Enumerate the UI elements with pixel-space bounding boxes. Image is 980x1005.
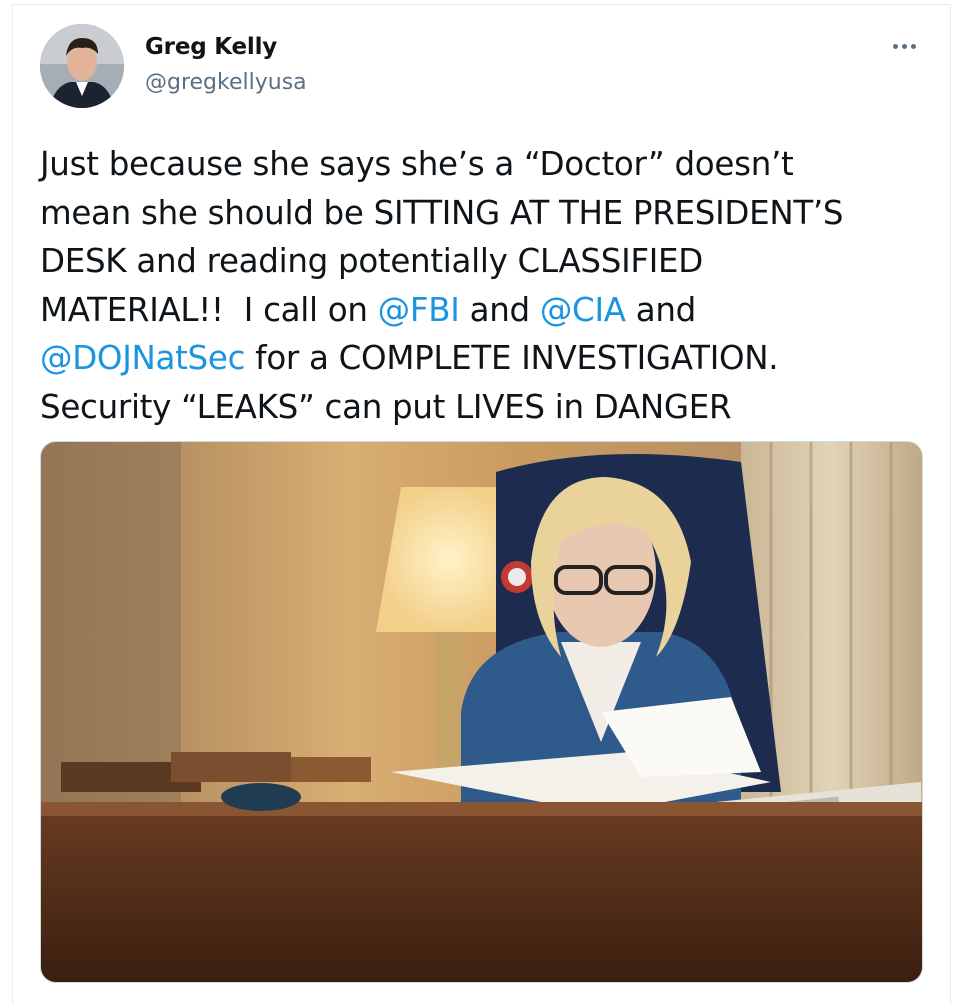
- tweet-text-line: @DOJNatSec for a COMPLETE INVESTIGATION.: [40, 334, 940, 383]
- tweet-text-line: MATERIAL!! I call on @FBI and @CIA and: [40, 286, 940, 335]
- photo-illustration: [41, 442, 922, 982]
- avatar-image: [40, 24, 124, 108]
- tweet-text-segment: for a COMPLETE INVESTIGATION.: [245, 339, 779, 377]
- tweet-photo[interactable]: [40, 441, 923, 983]
- ellipsis-icon: [910, 43, 916, 49]
- tweet-text-segment: and: [625, 290, 697, 329]
- tweet-text-segment: and: [459, 290, 540, 329]
- tweet-text-line: mean she should be SITTING AT THE PRESID…: [40, 193, 844, 232]
- mention-dojnatsec-link[interactable]: @DOJNatSec: [40, 339, 245, 377]
- tweet-text-line: Just because she says she’s a “Doctor” d…: [40, 145, 794, 183]
- tweet-text-line: DESK and reading potentially CLASSIFIED: [40, 242, 704, 280]
- tweet-text-line: Security “LEAKS” can put LIVES in DANGER: [40, 387, 732, 426]
- author-name[interactable]: Greg Kelly: [145, 34, 277, 60]
- ellipsis-icon: [892, 43, 898, 49]
- author-handle[interactable]: @gregkellyusa: [145, 70, 307, 95]
- author-avatar[interactable]: [40, 24, 124, 108]
- ellipsis-icon: [901, 43, 907, 49]
- tweet-text-segment: MATERIAL!! I call on: [40, 290, 378, 329]
- tweet-text: Just because she says she’s a “Doctor” d…: [40, 140, 940, 431]
- mention-cia-link[interactable]: @CIA: [540, 291, 626, 329]
- more-options-button[interactable]: [886, 32, 922, 60]
- mention-fbi-link[interactable]: @FBI: [378, 291, 460, 329]
